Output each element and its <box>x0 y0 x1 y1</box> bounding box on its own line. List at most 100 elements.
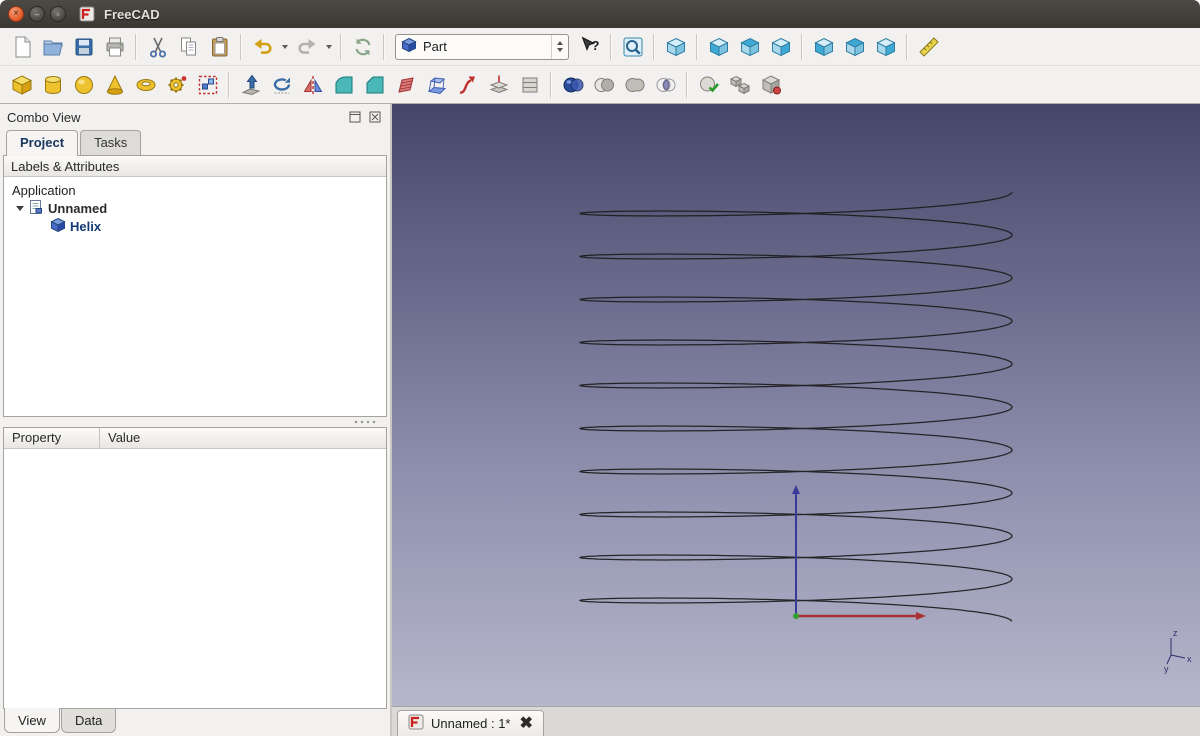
measure-distance-button[interactable] <box>913 31 944 62</box>
copy-button[interactable] <box>173 31 204 62</box>
new-document-button[interactable] <box>6 31 37 62</box>
toolbar-separator <box>906 34 908 60</box>
undo-dropdown-button[interactable] <box>278 31 291 62</box>
intersection-button[interactable] <box>650 69 681 100</box>
whats-this-icon: ? <box>578 35 602 59</box>
toolbar-separator <box>240 34 242 60</box>
3d-scene[interactable]: zxy <box>392 104 1197 706</box>
top-view-button[interactable] <box>734 31 765 62</box>
open-document-button[interactable] <box>37 31 68 62</box>
sweep-button[interactable] <box>452 69 483 100</box>
main-content: Combo View Project Tasks Labels & Attrib… <box>0 104 1200 736</box>
mirror-button[interactable] <box>297 69 328 100</box>
tree-header: Labels & Attributes <box>4 156 386 177</box>
shape-builder-icon <box>196 73 220 97</box>
check-geometry-button[interactable] <box>693 69 724 100</box>
redo-button[interactable] <box>291 31 322 62</box>
box-button[interactable] <box>6 69 37 100</box>
tree-item-application-label: Application <box>12 183 76 198</box>
tree-item-helix[interactable]: Helix <box>4 217 386 235</box>
boolean-button[interactable] <box>557 69 588 100</box>
undo-button[interactable] <box>247 31 278 62</box>
shape-builder-button[interactable] <box>192 69 223 100</box>
tab-data[interactable]: Data <box>61 709 116 733</box>
primitives-icon <box>165 73 189 97</box>
left-view-button[interactable] <box>870 31 901 62</box>
check-geometry-icon <box>697 73 721 97</box>
compound-button[interactable] <box>724 69 755 100</box>
bottom-view-button[interactable] <box>839 31 870 62</box>
chamfer-button[interactable] <box>359 69 390 100</box>
mirror-icon <box>301 73 325 97</box>
toolbar-separator <box>383 34 385 60</box>
torus-icon <box>134 73 158 97</box>
tree-item-application[interactable]: Application <box>4 181 386 199</box>
whats-this-button[interactable]: ? <box>574 31 605 62</box>
panel-splitter[interactable] <box>3 417 387 427</box>
rear-view-button[interactable] <box>808 31 839 62</box>
paste-icon <box>208 35 232 59</box>
workbench-selector[interactable]: Part <box>395 34 569 60</box>
paste-button[interactable] <box>204 31 235 62</box>
tab-close-icon[interactable]: ✖ <box>520 716 533 732</box>
sphere-icon <box>72 73 96 97</box>
top-view-icon <box>738 35 762 59</box>
expander-icon[interactable] <box>16 206 24 211</box>
front-view-button[interactable] <box>703 31 734 62</box>
dock-close-button[interactable] <box>367 109 383 125</box>
workbench-selector-spinner[interactable] <box>551 35 568 59</box>
cylinder-button[interactable] <box>37 69 68 100</box>
revolve-button[interactable] <box>266 69 297 100</box>
tab-tasks[interactable]: Tasks <box>80 130 141 155</box>
value-column-header[interactable]: Value <box>100 428 386 448</box>
boolean-icon <box>561 73 585 97</box>
section-button[interactable] <box>483 69 514 100</box>
torus-button[interactable] <box>130 69 161 100</box>
cross-sections-button[interactable] <box>514 69 545 100</box>
print-icon <box>103 35 127 59</box>
save-document-button[interactable] <box>68 31 99 62</box>
primitives-button[interactable] <box>161 69 192 100</box>
ruled-surface-button[interactable] <box>390 69 421 100</box>
navigation-mini-axes: zxy <box>1164 628 1192 674</box>
svg-text:x: x <box>1187 654 1192 664</box>
union-button[interactable] <box>619 69 650 100</box>
titlebar: × – ▫ FreeCAD <box>0 0 1200 28</box>
cut-button[interactable] <box>142 31 173 62</box>
fillet-icon <box>332 73 356 97</box>
right-view-button[interactable] <box>765 31 796 62</box>
window-close-button[interactable]: × <box>8 6 24 22</box>
splitter-handle[interactable] <box>353 420 379 424</box>
fit-all-button[interactable] <box>617 31 648 62</box>
defeaturing-button[interactable] <box>755 69 786 100</box>
sweep-icon <box>456 73 480 97</box>
fillet-button[interactable] <box>328 69 359 100</box>
extrude-button[interactable] <box>235 69 266 100</box>
refresh-icon <box>351 35 375 59</box>
sphere-button[interactable] <box>68 69 99 100</box>
print-button[interactable] <box>99 31 130 62</box>
mdi-tab-unnamed[interactable]: Unnamed : 1* ✖ <box>397 710 544 736</box>
property-column-header[interactable]: Property <box>4 428 100 448</box>
window-minimize-button[interactable]: – <box>29 6 45 22</box>
combo-view-panel: Combo View Project Tasks Labels & Attrib… <box>0 104 390 736</box>
dock-float-button[interactable] <box>347 109 363 125</box>
window-maximize-button[interactable]: ▫ <box>50 6 66 22</box>
section-icon <box>487 73 511 97</box>
tree-item-document[interactable]: Unnamed <box>4 199 386 217</box>
document-icon <box>28 199 44 218</box>
refresh-button[interactable] <box>347 31 378 62</box>
cut-boolean-button[interactable] <box>588 69 619 100</box>
axonometric-view-button[interactable] <box>660 31 691 62</box>
tab-view[interactable]: View <box>4 708 60 733</box>
3d-viewport[interactable]: zxy <box>392 104 1200 706</box>
tab-project[interactable]: Project <box>6 130 78 156</box>
cone-button[interactable] <box>99 69 130 100</box>
defeaturing-icon <box>759 73 783 97</box>
loft-button[interactable] <box>421 69 452 100</box>
property-header: Property Value <box>4 428 386 449</box>
redo-dropdown-button[interactable] <box>322 31 335 62</box>
box-icon <box>10 73 34 97</box>
mdi-tab-bar: Unnamed : 1* ✖ <box>392 706 1200 736</box>
cut-boolean-icon <box>592 73 616 97</box>
